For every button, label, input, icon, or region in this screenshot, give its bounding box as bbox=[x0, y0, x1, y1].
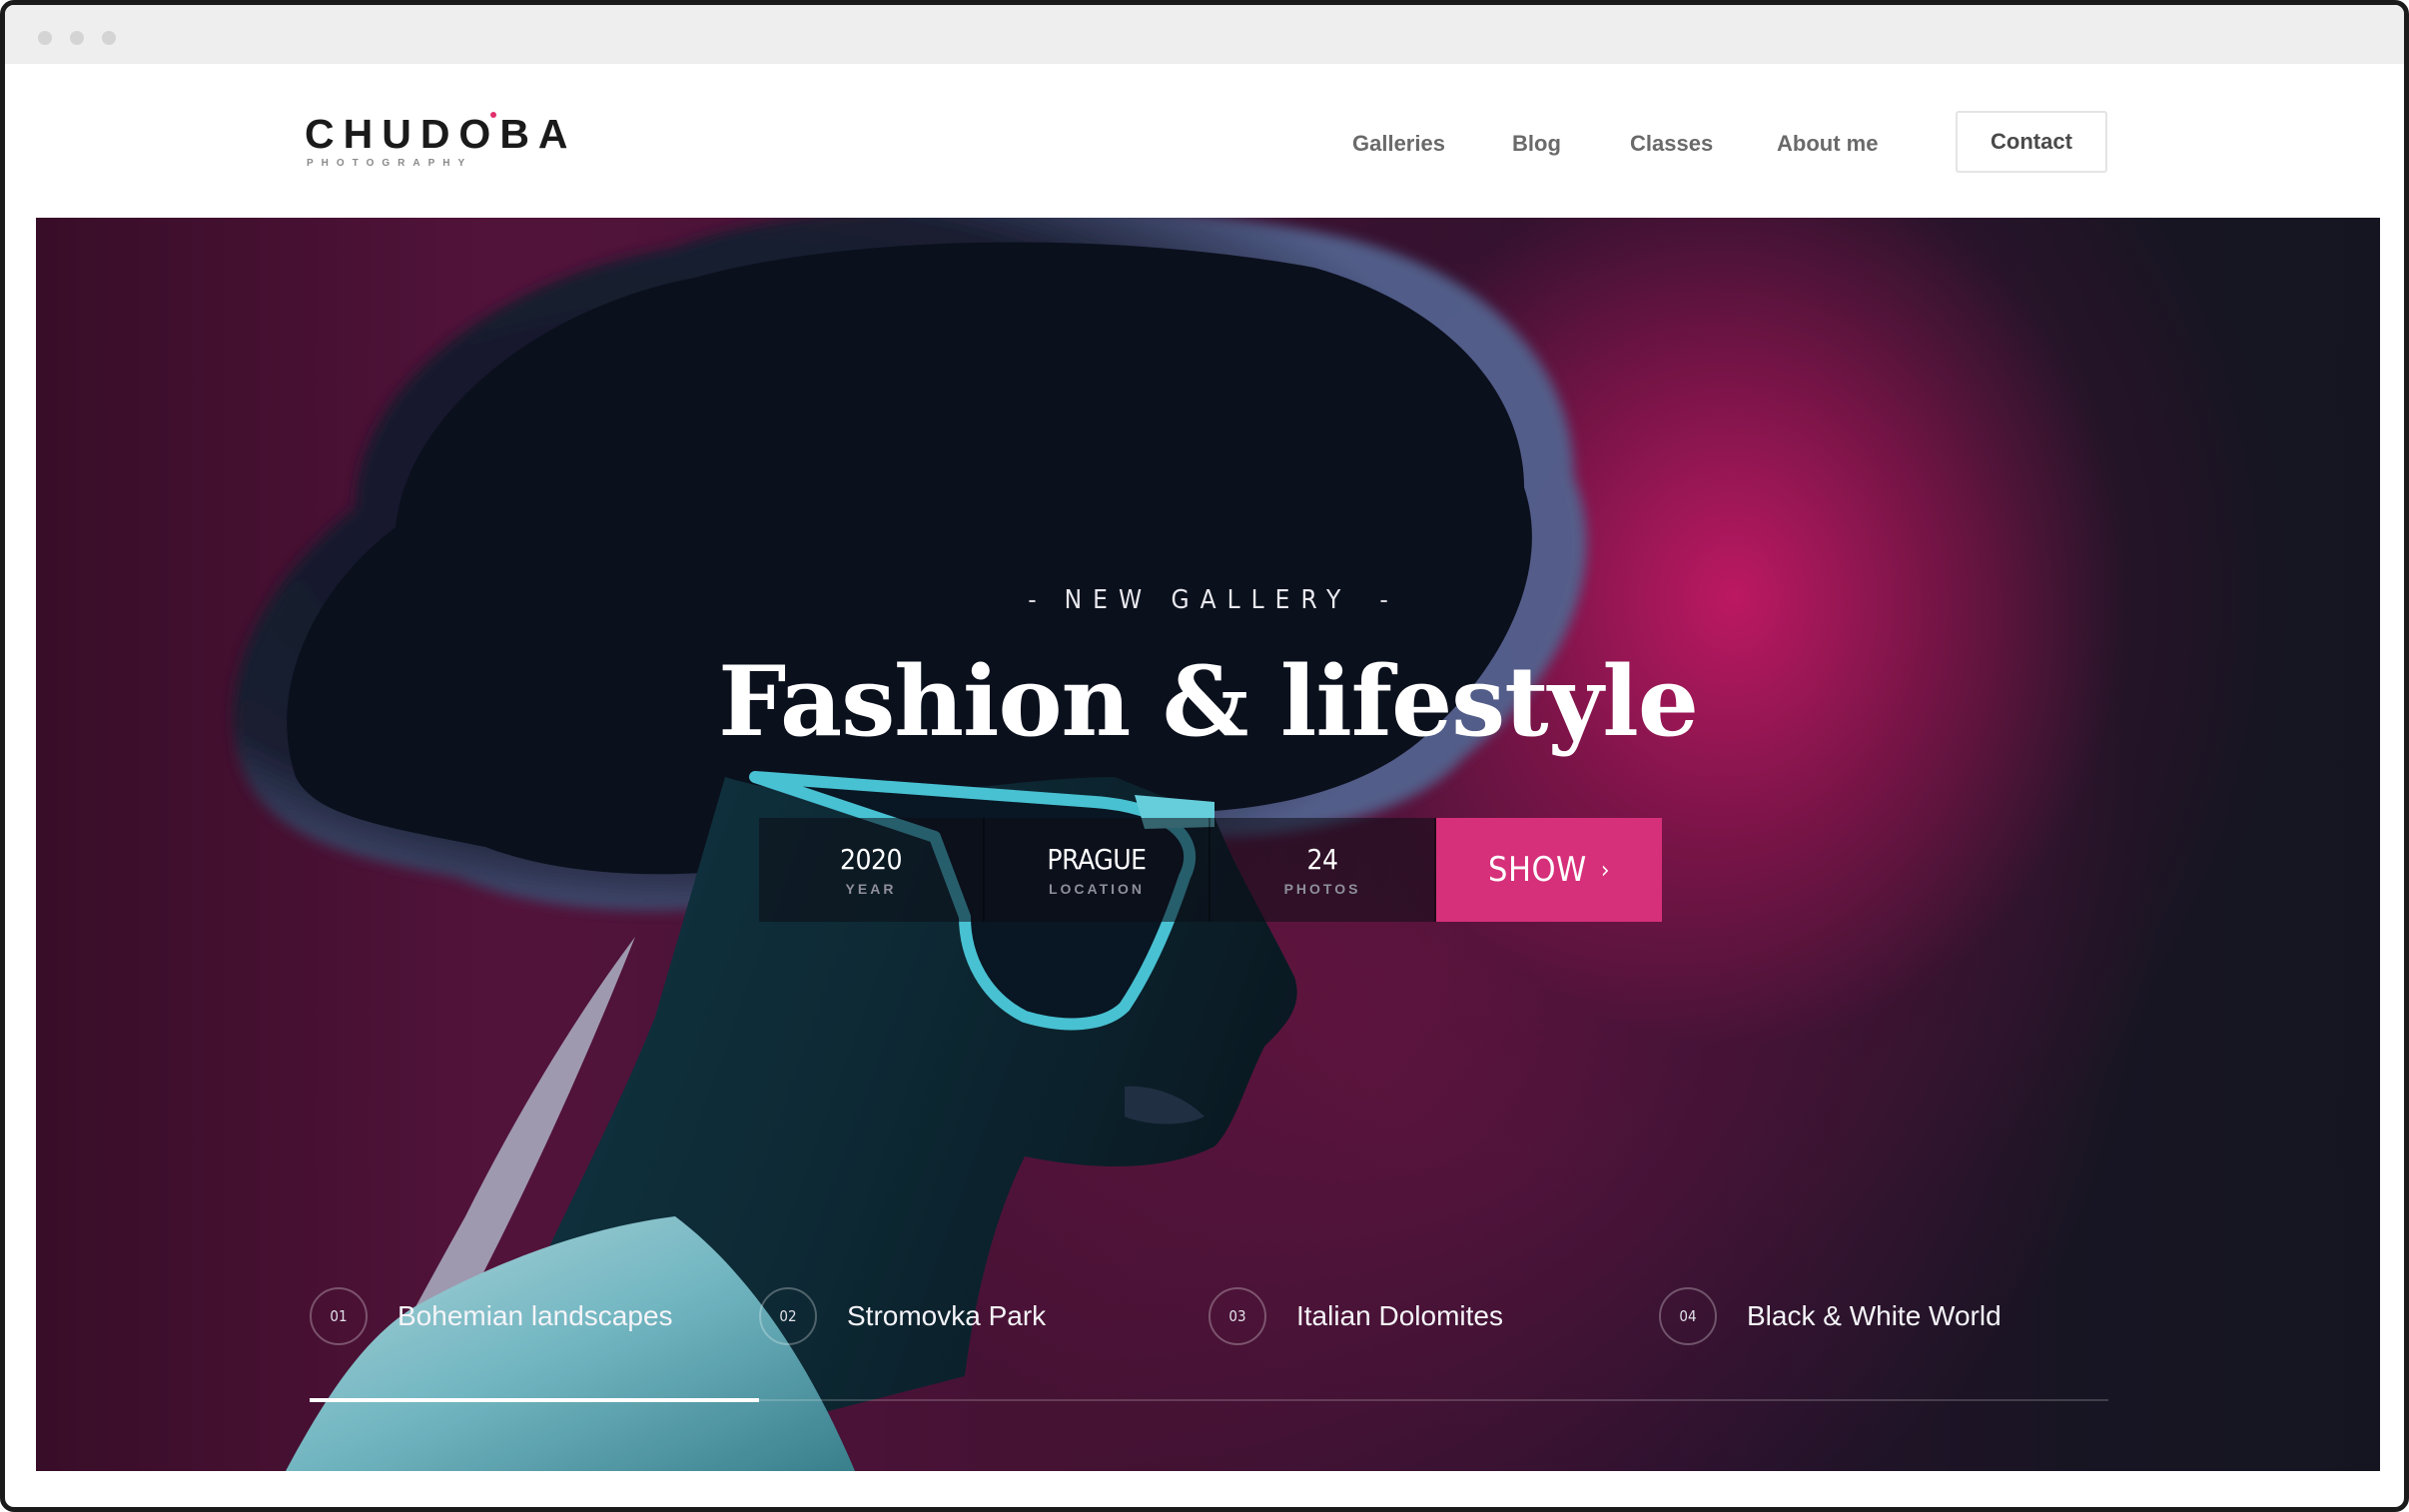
gallery-tab-number: 01 bbox=[310, 1287, 368, 1345]
contact-button[interactable]: Contact bbox=[1956, 111, 2107, 173]
stat-photos-label: PHOTOS bbox=[1283, 880, 1361, 897]
gallery-progress-fill bbox=[310, 1398, 760, 1402]
nav-galleries[interactable]: Galleries bbox=[1352, 130, 1445, 158]
gallery-tab-1[interactable]: 01 Bohemian landscapes bbox=[310, 1286, 673, 1346]
gallery-tab-number: 04 bbox=[1659, 1287, 1717, 1345]
stat-year-value: 2020 bbox=[839, 842, 903, 876]
gallery-tab-label: Stromovka Park bbox=[847, 1300, 1047, 1331]
logo-subtitle: PHOTOGRAPHY bbox=[307, 158, 473, 169]
maximize-window-dot[interactable] bbox=[102, 31, 116, 45]
window-titlebar bbox=[5, 5, 2404, 64]
stat-photos-value: 24 bbox=[1306, 842, 1338, 876]
nav-blog[interactable]: Blog bbox=[1512, 130, 1561, 158]
gallery-tab-label: Black & White World bbox=[1747, 1300, 2002, 1331]
site-logo[interactable]: CHUDOBA PHOTOGRAPHY bbox=[305, 112, 574, 172]
browser-window: CHUDOBA PHOTOGRAPHY Galleries Blog Class… bbox=[0, 0, 2409, 1512]
hero-eyebrow: - NEW GALLERY - bbox=[36, 585, 2380, 615]
logo-accent-dot bbox=[490, 112, 496, 118]
gallery-tab-number: 03 bbox=[1208, 1287, 1266, 1345]
gallery-tab-4[interactable]: 04 Black & White World bbox=[1659, 1286, 2002, 1346]
hero-title: Fashion & lifestyle bbox=[718, 645, 1699, 758]
close-window-dot[interactable] bbox=[38, 31, 52, 45]
eyebrow-dash-right: - bbox=[1379, 585, 1388, 615]
stat-location-label: LOCATION bbox=[1048, 880, 1146, 897]
gallery-tab-label: Italian Dolomites bbox=[1296, 1300, 1503, 1331]
gallery-progress-track bbox=[310, 1398, 2108, 1402]
show-gallery-label: SHOW bbox=[1488, 850, 1587, 890]
gallery-stats-bar: 2020 YEAR PRAGUE LOCATION 24 PHOTOS SHOW… bbox=[759, 818, 1662, 922]
stat-location-value: PRAGUE bbox=[1047, 842, 1147, 876]
stat-photos: 24 PHOTOS bbox=[1210, 818, 1436, 922]
nav-classes[interactable]: Classes bbox=[1630, 130, 1713, 158]
show-gallery-button[interactable]: SHOW › bbox=[1436, 818, 1662, 922]
hero-section: - NEW GALLERY - Fashion & lifestyle 2020 Y… bbox=[36, 218, 2380, 1471]
chevron-right-icon: › bbox=[1600, 856, 1610, 884]
nav-about-me[interactable]: About me bbox=[1777, 130, 1878, 158]
minimize-window-dot[interactable] bbox=[70, 31, 84, 45]
stat-location: PRAGUE LOCATION bbox=[985, 818, 1210, 922]
gallery-tab-label: Bohemian landscapes bbox=[398, 1300, 673, 1331]
gallery-tab-3[interactable]: 03 Italian Dolomites bbox=[1208, 1286, 1503, 1346]
gallery-tab-number: 02 bbox=[759, 1287, 817, 1345]
eyebrow-text: NEW GALLERY bbox=[1064, 585, 1352, 615]
eyebrow-dash-left: - bbox=[1028, 585, 1037, 615]
stat-year-label: YEAR bbox=[845, 880, 897, 897]
site-header: CHUDOBA PHOTOGRAPHY Galleries Blog Class… bbox=[5, 64, 2404, 214]
logo-wordmark: CHUDOBA bbox=[305, 111, 577, 157]
gallery-tab-2[interactable]: 02 Stromovka Park bbox=[759, 1286, 1046, 1346]
stat-year: 2020 YEAR bbox=[759, 818, 985, 922]
